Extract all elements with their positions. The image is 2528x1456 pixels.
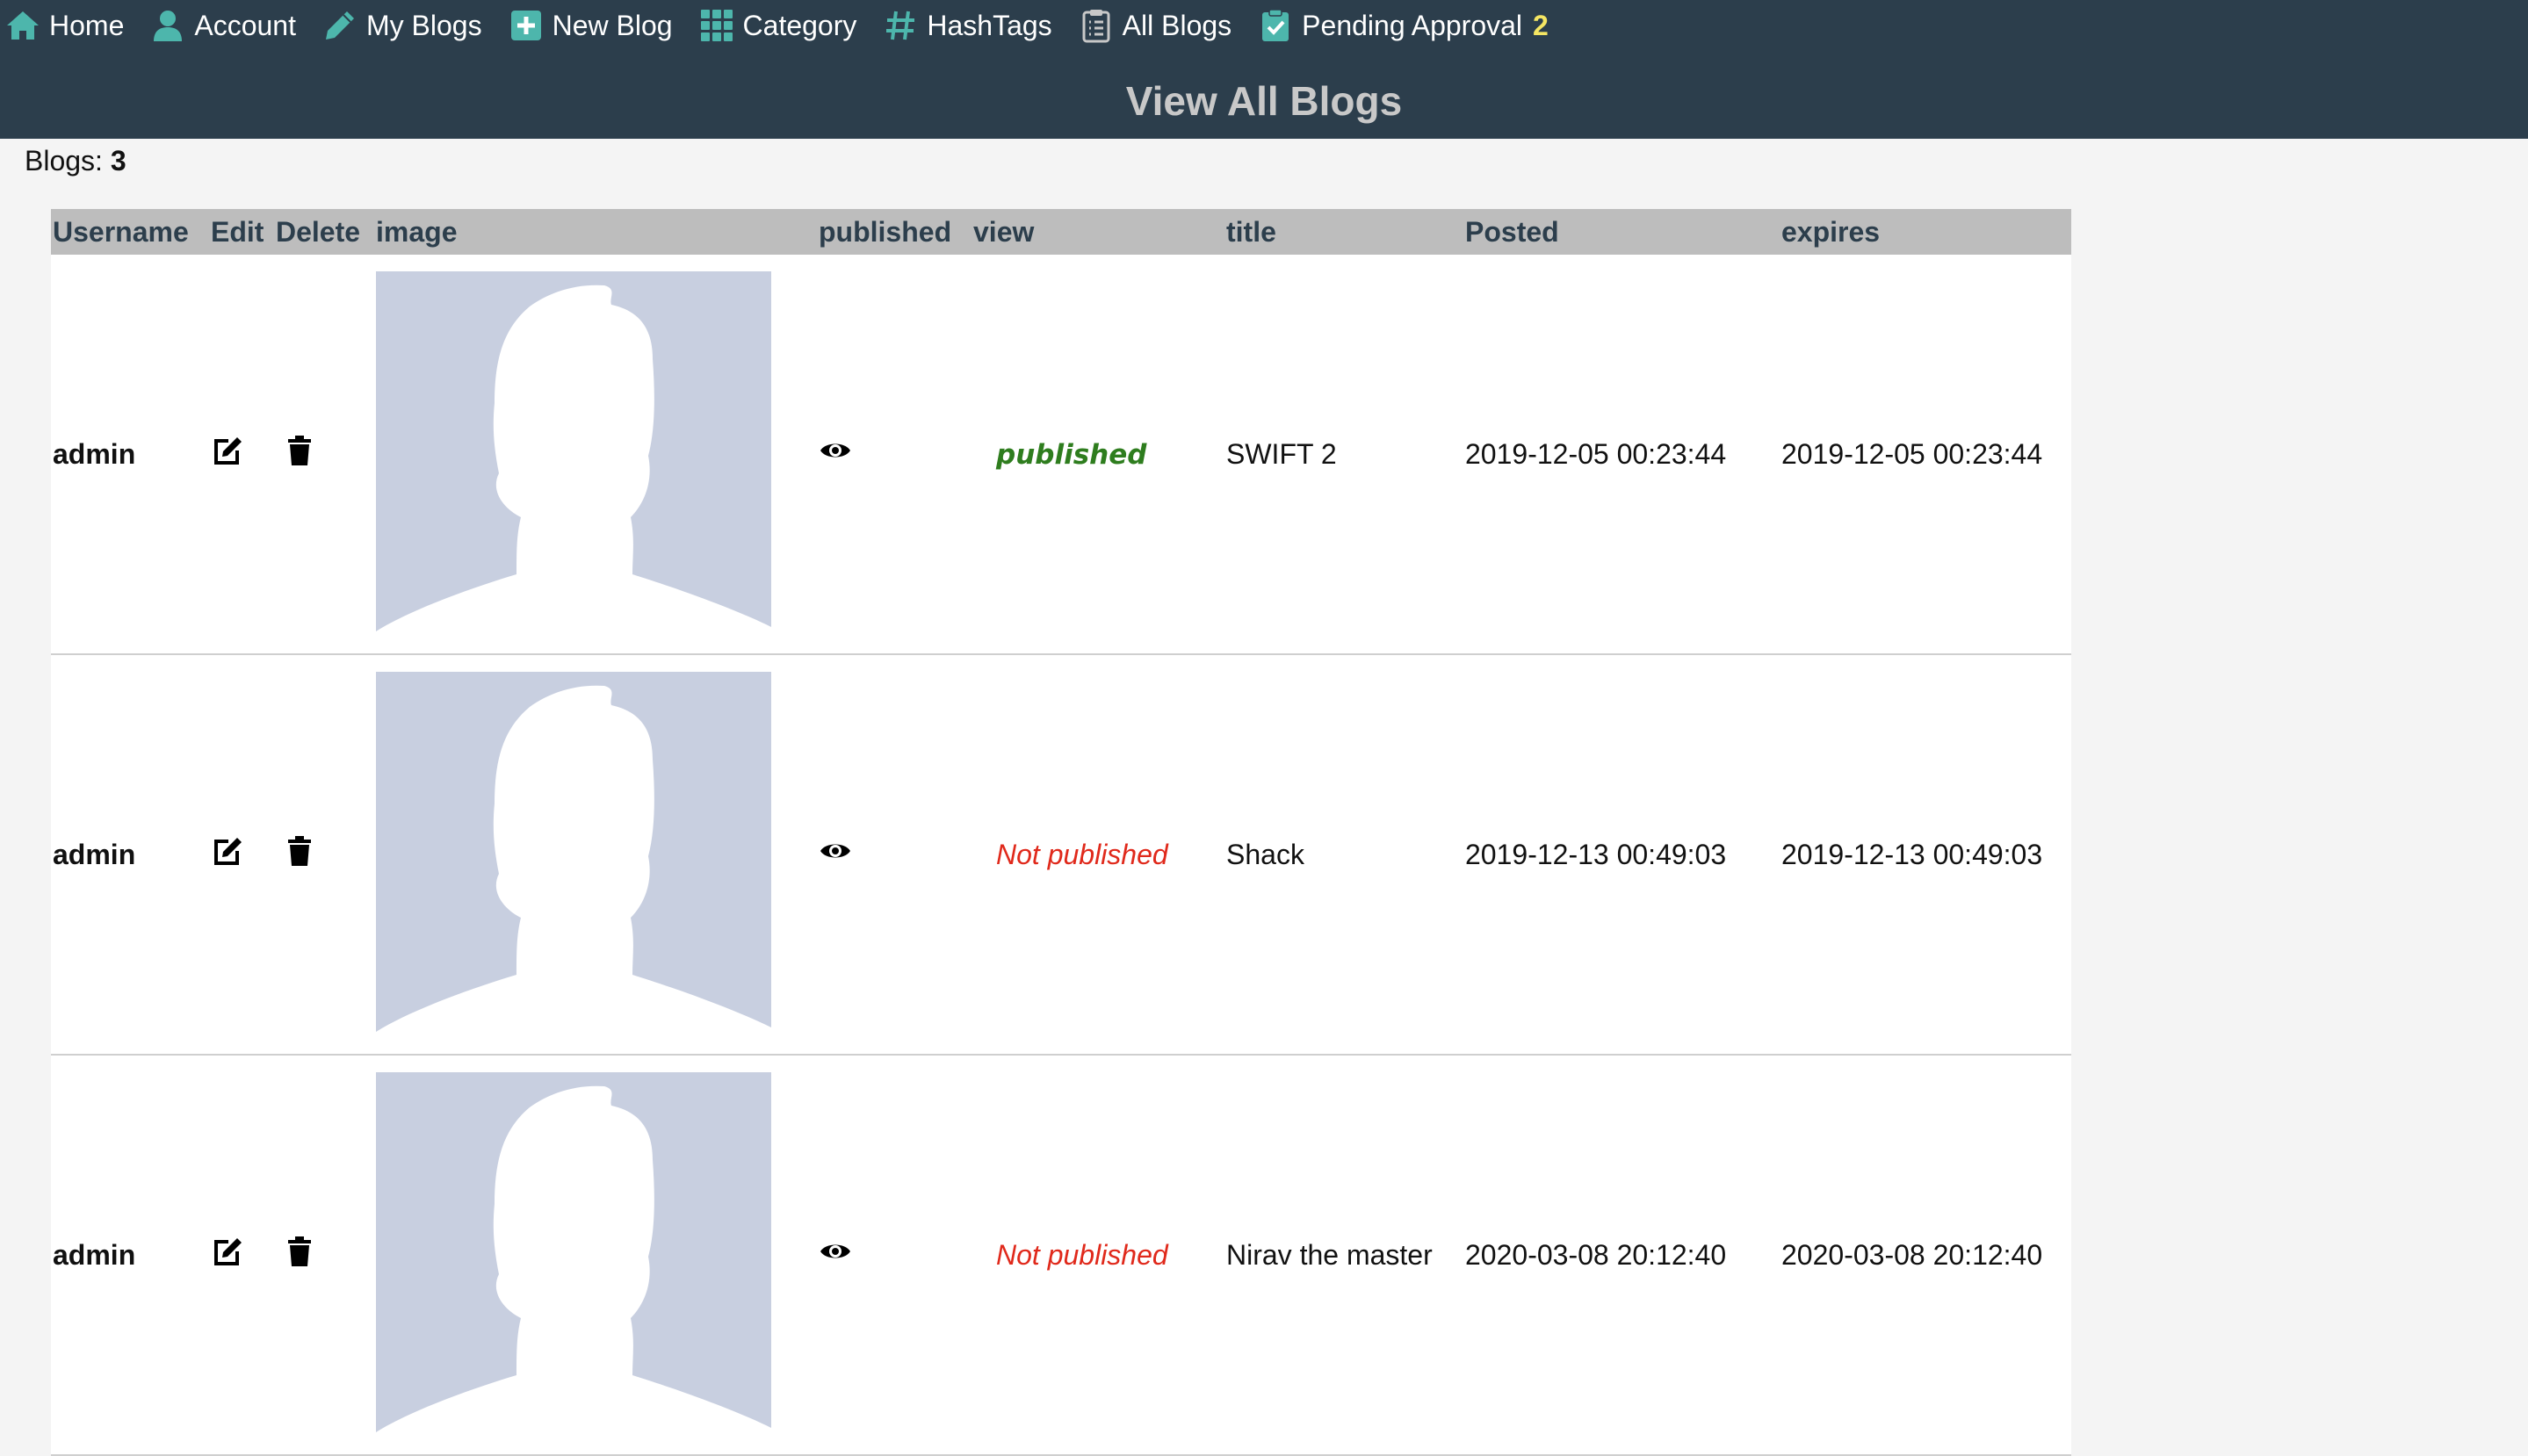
- nav-all-blogs-label: All Blogs: [1122, 9, 1232, 41]
- pencil-icon: [322, 8, 358, 43]
- grid-icon: [699, 8, 734, 43]
- avatar-placeholder-image[interactable]: [376, 672, 771, 1037]
- trash-icon[interactable]: [283, 1235, 316, 1268]
- blogs-table: Username Edit Delete image published vie…: [51, 209, 2071, 1456]
- row-posted: 2019-12-13 00:49:03: [1463, 654, 1780, 1056]
- table-row: admin Not pub: [51, 654, 2071, 1056]
- header-published: published: [817, 209, 971, 255]
- row-status-cell: published: [971, 255, 1224, 655]
- header-delete: Delete: [274, 209, 374, 255]
- nav-category[interactable]: Category: [692, 0, 877, 51]
- row-delete-cell: [274, 1055, 374, 1456]
- trash-icon[interactable]: [283, 434, 316, 467]
- status-badge: Not published: [996, 1238, 1168, 1271]
- nav-home[interactable]: Home: [0, 0, 143, 51]
- user-icon: [150, 8, 185, 43]
- table-header-row: Username Edit Delete image published vie…: [51, 209, 2071, 255]
- edit-icon[interactable]: [211, 434, 244, 467]
- row-expires: 2019-12-13 00:49:03: [1780, 654, 2071, 1056]
- row-view-cell: [817, 255, 971, 655]
- row-status-cell: Not published: [971, 654, 1224, 1056]
- main-nav: Home Account My Blogs New Blog Category …: [0, 0, 1568, 51]
- eye-icon[interactable]: [819, 834, 852, 868]
- hashtag-icon: [883, 8, 918, 43]
- row-edit-cell: [209, 654, 274, 1056]
- row-posted: 2020-03-08 20:12:40: [1463, 1055, 1780, 1456]
- nav-pending-approval-label: Pending Approval: [1302, 9, 1523, 41]
- eye-icon[interactable]: [819, 1235, 852, 1268]
- home-icon: [5, 8, 40, 43]
- header-posted: Posted: [1463, 209, 1780, 255]
- row-username: admin: [51, 1055, 209, 1456]
- status-badge: Not published: [996, 838, 1168, 870]
- edit-icon[interactable]: [211, 1235, 244, 1268]
- row-image-cell: [374, 255, 817, 655]
- nav-hashtags[interactable]: HashTags: [876, 0, 1071, 51]
- trash-icon[interactable]: [283, 834, 316, 868]
- nav-new-blog-label: New Blog: [552, 9, 673, 41]
- row-username: admin: [51, 255, 209, 655]
- page-title: View All Blogs: [1125, 78, 1403, 124]
- nav-my-blogs-label: My Blogs: [365, 9, 482, 41]
- nav-home-label: Home: [49, 9, 125, 41]
- row-delete-cell: [274, 255, 374, 655]
- avatar-placeholder-image[interactable]: [376, 271, 771, 637]
- eye-icon[interactable]: [819, 434, 852, 467]
- nav-account-label: Account: [194, 9, 296, 41]
- header-title: title: [1224, 209, 1463, 255]
- clipboard-check-icon: [1258, 8, 1293, 43]
- edit-icon[interactable]: [211, 834, 244, 868]
- blog-count-value: 3: [110, 145, 126, 177]
- row-title: SWIFT 2: [1224, 255, 1463, 655]
- header-view: view: [971, 209, 1224, 255]
- nav-hashtags-label: HashTags: [927, 9, 1052, 41]
- row-title: Shack: [1224, 654, 1463, 1056]
- row-title: Nirav the master: [1224, 1055, 1463, 1456]
- header-expires: expires: [1780, 209, 2071, 255]
- header-username: Username: [51, 209, 209, 255]
- row-status-cell: Not published: [971, 1055, 1224, 1456]
- nav-pending-approval[interactable]: Pending Approval 2: [1251, 0, 1568, 51]
- row-posted: 2019-12-05 00:23:44: [1463, 255, 1780, 655]
- row-image-cell: [374, 1055, 817, 1456]
- table-row: admin published SWIFT 2 2019-12-05 00:23…: [51, 255, 2071, 655]
- blog-count-label: Blogs:: [25, 145, 103, 177]
- pending-count-badge: 2: [1533, 9, 1549, 41]
- nav-my-blogs[interactable]: My Blogs: [315, 0, 502, 51]
- row-edit-cell: [209, 255, 274, 655]
- table-row: admin Not pub: [51, 1055, 2071, 1456]
- nav-new-blog[interactable]: New Blog: [502, 0, 692, 51]
- row-image-cell: [374, 654, 817, 1056]
- row-view-cell: [817, 654, 971, 1056]
- row-delete-cell: [274, 654, 374, 1056]
- clipboard-list-icon: [1079, 8, 1114, 43]
- header-edit: Edit: [209, 209, 274, 255]
- row-expires: 2020-03-08 20:12:40: [1780, 1055, 2071, 1456]
- status-badge: published: [996, 438, 1147, 471]
- row-edit-cell: [209, 1055, 274, 1456]
- nav-category-label: Category: [742, 9, 857, 41]
- row-username: admin: [51, 654, 209, 1056]
- nav-account[interactable]: Account: [143, 0, 315, 51]
- avatar-placeholder-image[interactable]: [376, 1072, 771, 1438]
- blog-count: Blogs: 3: [25, 141, 126, 181]
- row-view-cell: [817, 1055, 971, 1456]
- plus-square-icon: [509, 8, 544, 43]
- nav-all-blogs[interactable]: All Blogs: [1072, 0, 1252, 51]
- row-expires: 2019-12-05 00:23:44: [1780, 255, 2071, 655]
- top-header: Home Account My Blogs New Blog Category …: [0, 0, 2528, 139]
- header-image: image: [374, 209, 817, 255]
